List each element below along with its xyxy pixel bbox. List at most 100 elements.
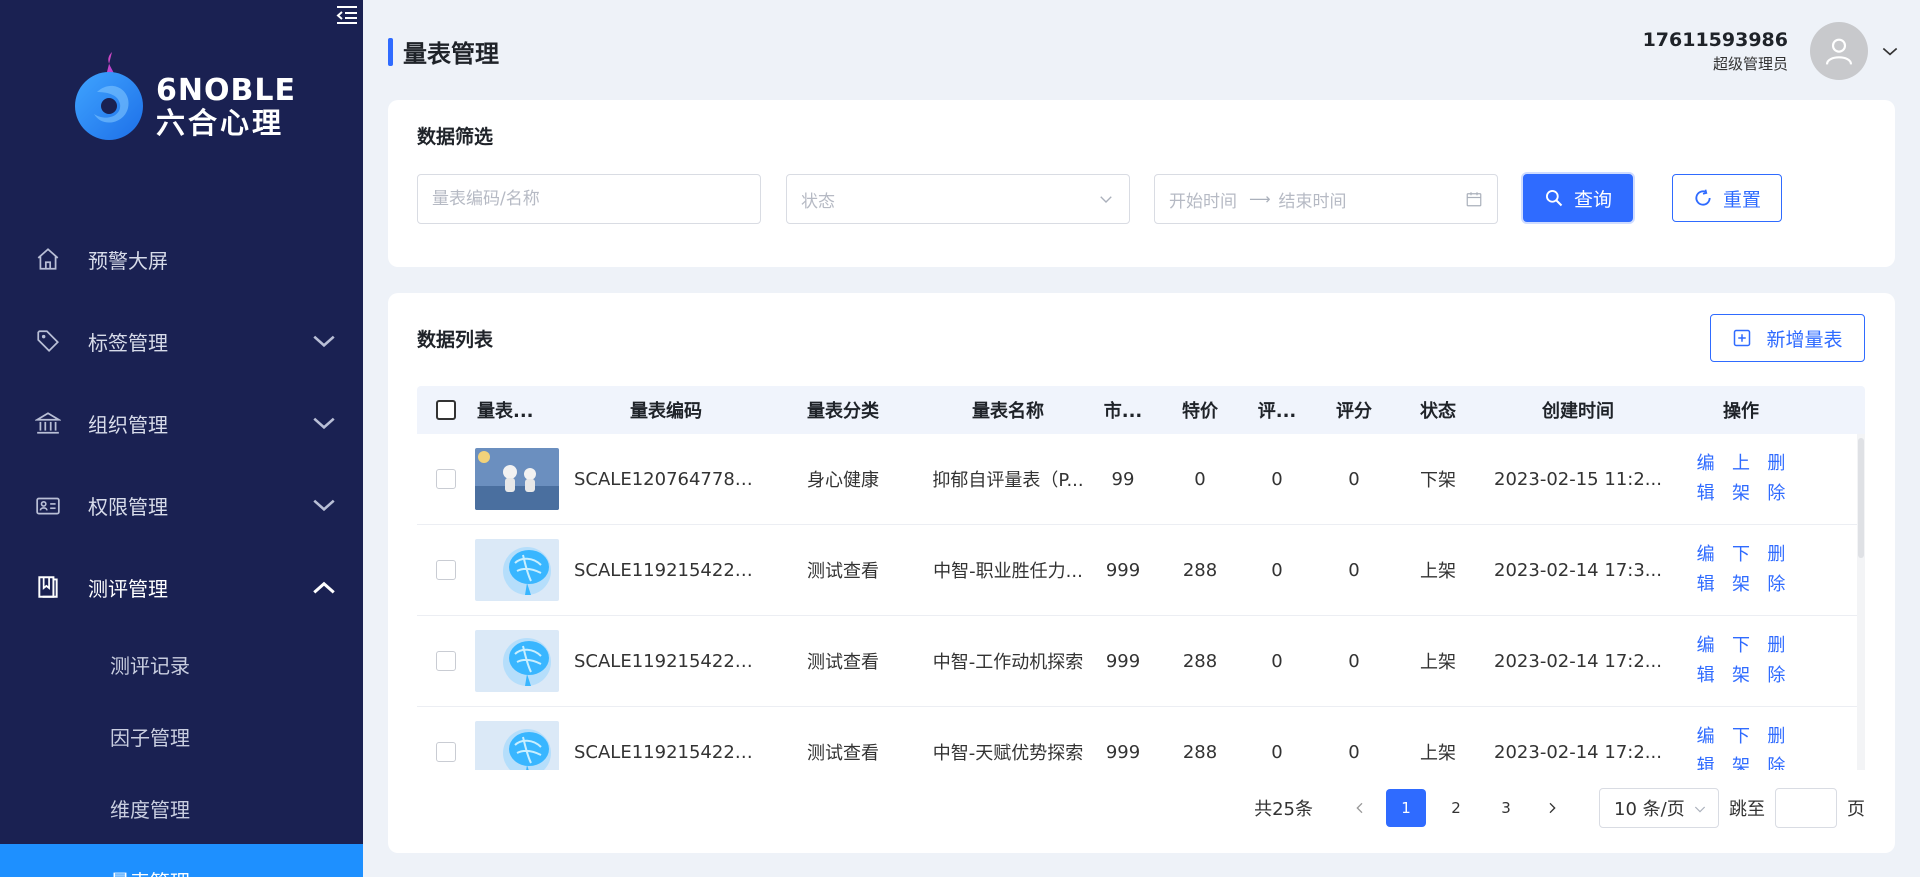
chevron-left-icon[interactable]: [1345, 793, 1375, 823]
row-checkbox[interactable]: [436, 651, 456, 671]
cell-created-time: 2023-02-14 17:2...: [1494, 741, 1662, 763]
cell-code: SCALE119215422805...: [574, 559, 758, 581]
menu-collapse-icon[interactable]: [335, 4, 359, 26]
sidebar-subitem-scales[interactable]: 量表管理: [0, 844, 363, 877]
chevron-right-icon[interactable]: [1537, 793, 1567, 823]
delete-link[interactable]: 删除: [1766, 722, 1786, 770]
cell-sale-price: 288: [1182, 741, 1218, 763]
reset-button[interactable]: 重置: [1672, 174, 1782, 222]
scale-thumbnail-cartoon: [475, 448, 559, 510]
cell-category: 测试查看: [807, 652, 879, 673]
code-name-input[interactable]: [417, 174, 761, 224]
column-header: 创建时间: [1542, 401, 1614, 422]
sidebar-item-warning-screen[interactable]: 预警大屏: [0, 218, 363, 300]
table-row: SCALE119215422805... 测试查看 中智-天赋优势探索 999 …: [417, 707, 1865, 770]
cell-sale-price: 0: [1194, 468, 1206, 490]
data-list-card: 数据列表 新增量表 量表... 量表编码 量表分类 量表名称 市... 特价 评…: [388, 293, 1895, 853]
unpublish-link[interactable]: 下架: [1731, 722, 1751, 770]
bank-icon: [34, 409, 62, 437]
cell-status: 上架: [1420, 652, 1456, 673]
edit-link[interactable]: 编辑: [1696, 449, 1716, 509]
scrollbar-thumb[interactable]: [1858, 438, 1864, 558]
scale-thumbnail-brain: [475, 630, 559, 692]
sidebar-item-label: 权限管理: [88, 494, 168, 519]
sidebar-nav: 预警大屏 标签管理 组织管理 权限管理 测评管理 测评记录 因子管理 维度管理: [0, 218, 363, 877]
cell-status: 下架: [1420, 470, 1456, 491]
add-scale-button[interactable]: 新增量表: [1710, 314, 1865, 362]
select-all-checkbox[interactable]: [436, 400, 456, 420]
status-select[interactable]: 状态: [786, 174, 1130, 224]
edit-link[interactable]: 编辑: [1696, 631, 1716, 691]
unpublish-link[interactable]: 下架: [1731, 540, 1751, 600]
cell-eval-count: 0: [1271, 741, 1283, 763]
sidebar-item-assessment[interactable]: 测评管理: [0, 546, 363, 628]
user-role: 超级管理员: [1712, 55, 1788, 73]
sidebar-item-permissions[interactable]: 权限管理: [0, 464, 363, 546]
reset-button-label: 重置: [1722, 188, 1761, 211]
chevron-down-icon[interactable]: [1880, 41, 1900, 61]
page-button[interactable]: 3: [1486, 789, 1526, 827]
cell-code: SCALE119215422805...: [574, 650, 758, 672]
date-range-picker[interactable]: 开始时间 ⟶ 结束时间: [1154, 174, 1498, 224]
table-body: SCALE120764778281... 身心健康 抑郁自评量表（P... 99…: [417, 434, 1865, 770]
sidebar-subitem-dimensions[interactable]: 维度管理: [0, 772, 363, 844]
row-checkbox[interactable]: [436, 742, 456, 762]
page-button[interactable]: 2: [1436, 789, 1476, 827]
avatar[interactable]: [1810, 22, 1868, 80]
list-title: 数据列表: [417, 329, 494, 351]
sidebar-subitem-factors[interactable]: 因子管理: [0, 700, 363, 772]
publish-link[interactable]: 上架: [1731, 449, 1751, 509]
plus-square-icon: [1732, 328, 1752, 348]
cell-status: 上架: [1420, 743, 1456, 764]
query-button[interactable]: 查询: [1523, 174, 1633, 222]
cell-score: 0: [1348, 650, 1360, 672]
cell-score: 0: [1348, 468, 1360, 490]
row-checkbox[interactable]: [436, 560, 456, 580]
sidebar-item-label: 标签管理: [88, 330, 168, 355]
cell-status: 上架: [1420, 561, 1456, 582]
user-menu[interactable]: 17611593986 超级管理员: [1643, 22, 1900, 80]
column-header: 状态: [1420, 401, 1456, 422]
unpublish-link[interactable]: 下架: [1731, 631, 1751, 691]
page-header: 量表管理: [388, 34, 499, 69]
sidebar-item-label: 组织管理: [88, 412, 168, 437]
delete-link[interactable]: 删除: [1766, 540, 1786, 600]
sidebar-item-organization[interactable]: 组织管理: [0, 382, 363, 464]
row-checkbox[interactable]: [436, 469, 456, 489]
table-scrollbar[interactable]: [1857, 434, 1865, 770]
page-suffix: 页: [1847, 799, 1865, 820]
id-card-icon: [34, 491, 62, 519]
chevron-down-icon: [311, 492, 337, 518]
jump-page-input[interactable]: [1775, 788, 1837, 828]
sidebar-item-label: 预警大屏: [88, 248, 168, 273]
brand-logo: 6NOBLE 六合心理: [72, 50, 312, 150]
sidebar-subitem-records[interactable]: 测评记录: [0, 628, 363, 700]
column-header: 市...: [1103, 401, 1143, 422]
cell-code: SCALE119215422805...: [574, 741, 758, 763]
delete-link[interactable]: 删除: [1766, 449, 1786, 509]
chevron-down-icon: [1097, 190, 1115, 208]
chevron-up-icon: [311, 574, 337, 600]
user-icon: [1825, 38, 1853, 65]
query-button-label: 查询: [1573, 188, 1612, 211]
scale-thumbnail-brain: [475, 721, 559, 770]
end-date-placeholder: 结束时间: [1278, 191, 1347, 212]
cell-name: 抑郁自评量表（P...: [932, 470, 1084, 491]
tag-icon: [34, 327, 62, 355]
sidebar-item-tags[interactable]: 标签管理: [0, 300, 363, 382]
cell-name: 中智-职业胜任力...: [933, 561, 1083, 582]
brand-name-en: 6NOBLE: [156, 73, 296, 108]
cell-market-price: 99: [1111, 468, 1135, 490]
page-button[interactable]: 1: [1386, 789, 1426, 827]
search-input[interactable]: [432, 189, 746, 209]
cell-score: 0: [1348, 741, 1360, 763]
table-header: 量表... 量表编码 量表分类 量表名称 市... 特价 评... 评分 状态 …: [417, 386, 1865, 434]
cell-sale-price: 288: [1182, 559, 1218, 581]
edit-link[interactable]: 编辑: [1696, 722, 1716, 770]
chevron-down-icon: [1692, 801, 1708, 817]
page-size-select[interactable]: 10 条/页: [1599, 788, 1719, 828]
main-content: 量表管理 17611593986 超级管理员 数据筛选 状态 开始时间 ⟶ 结束…: [363, 0, 1920, 877]
cell-category: 测试查看: [807, 743, 879, 764]
delete-link[interactable]: 删除: [1766, 631, 1786, 691]
edit-link[interactable]: 编辑: [1696, 540, 1716, 600]
